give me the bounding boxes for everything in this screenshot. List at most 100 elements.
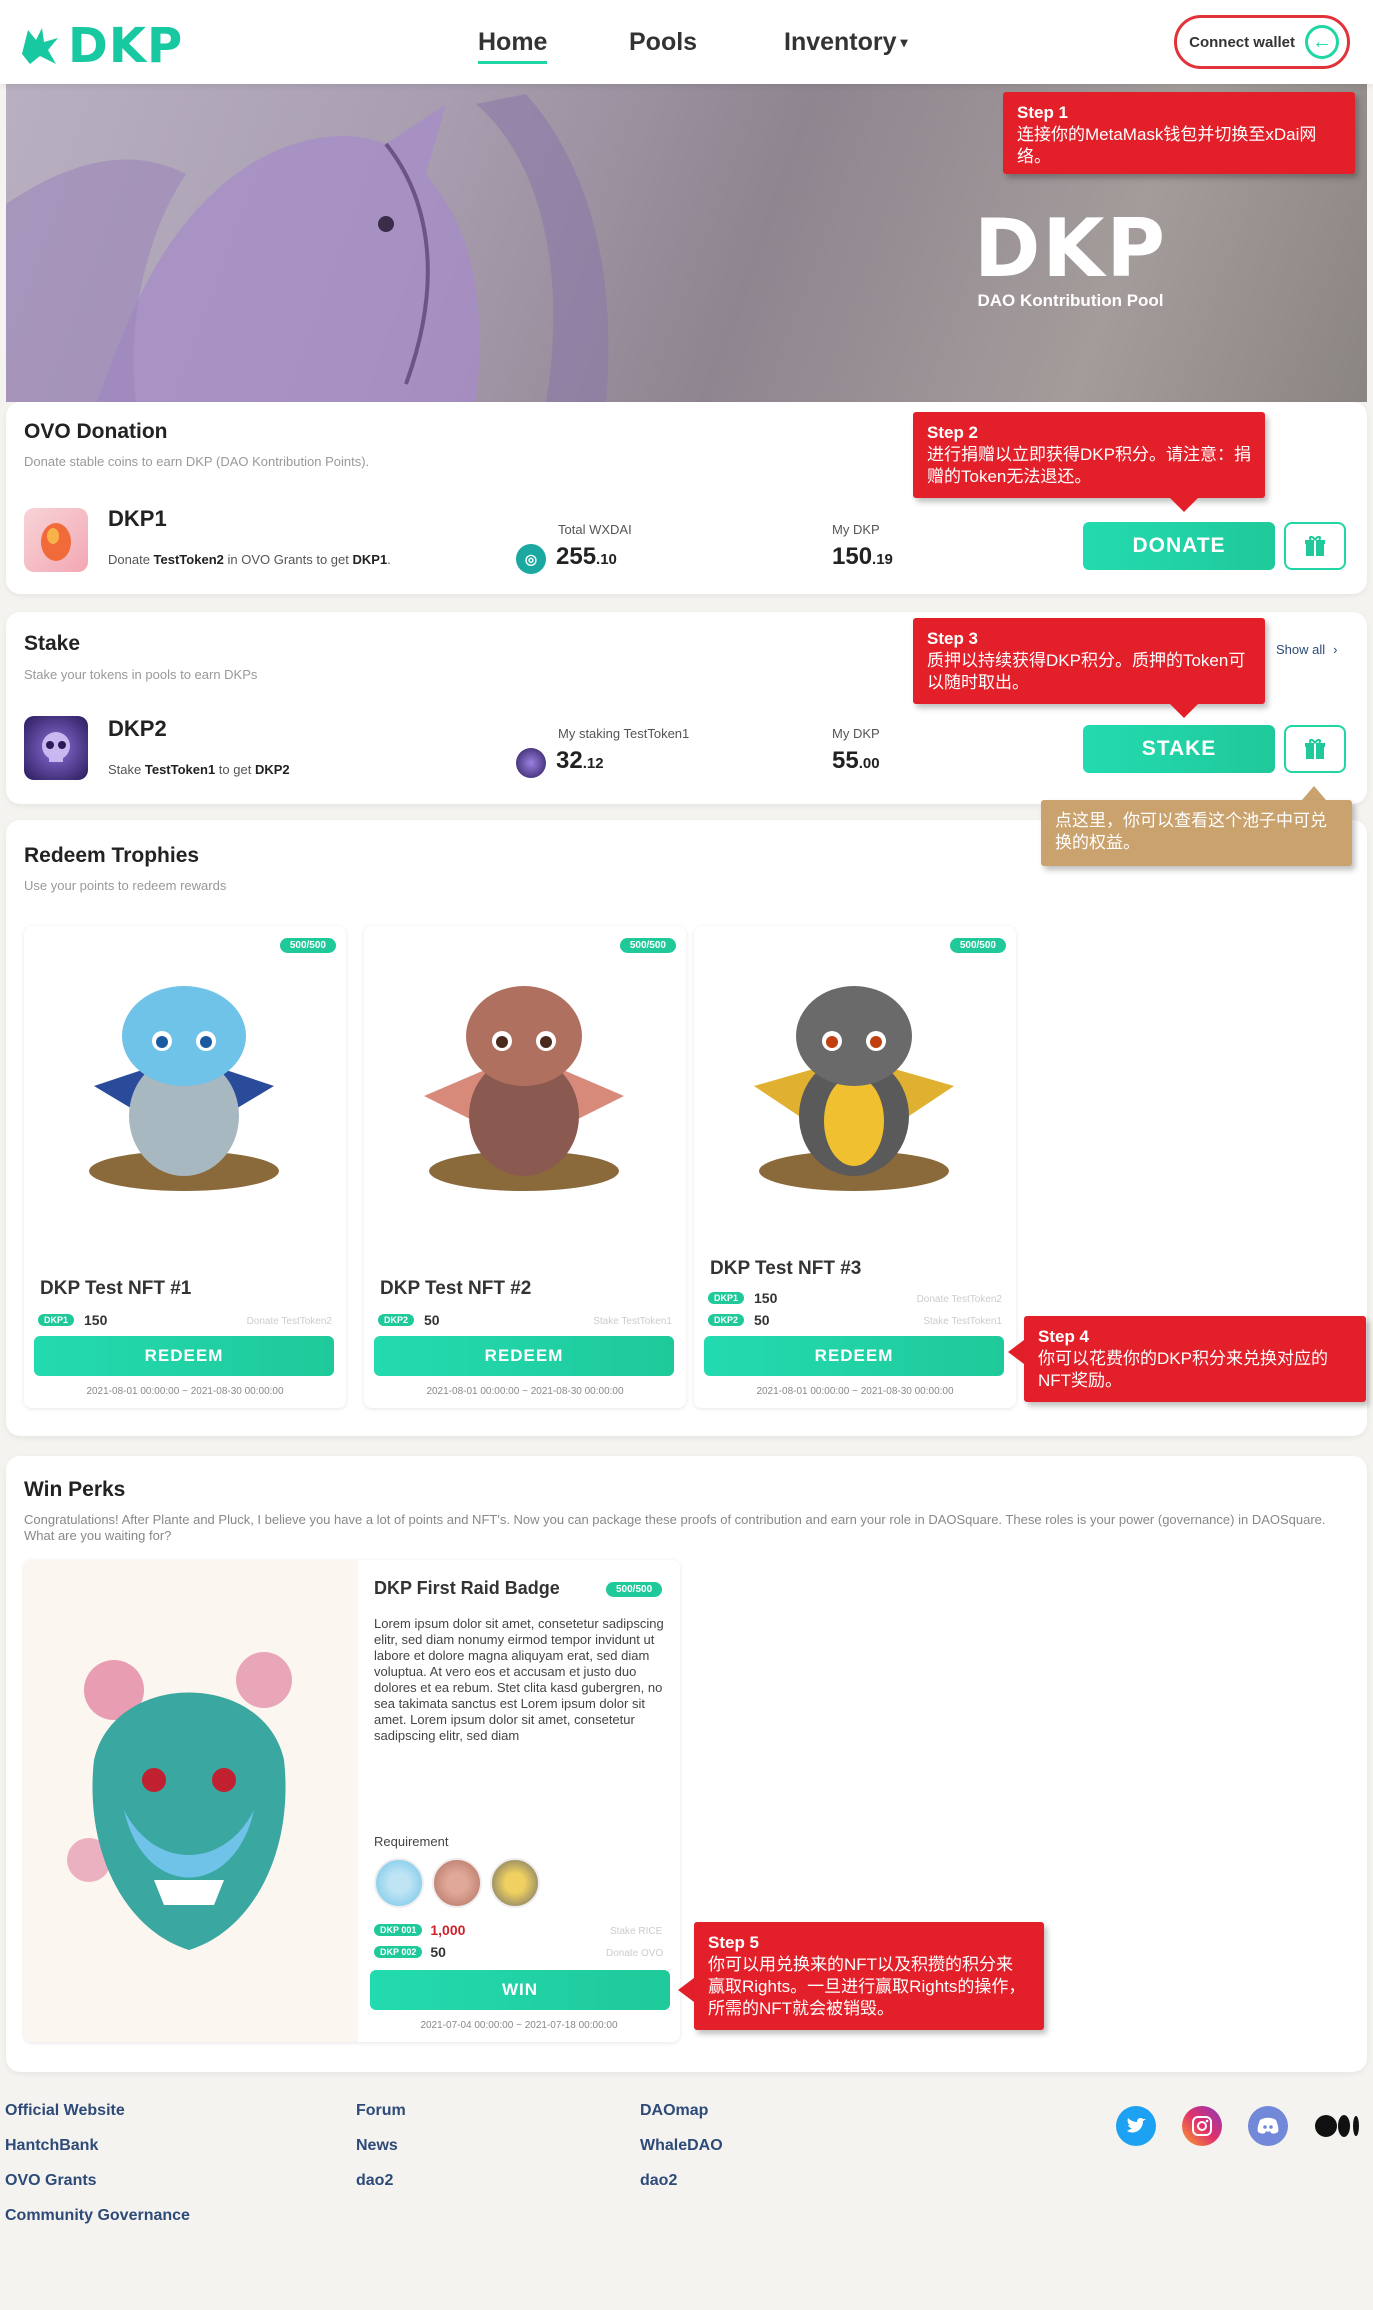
dkp1-pool-icon xyxy=(24,508,88,572)
required-nft-yellow xyxy=(490,1858,540,1908)
gift-tip-text: 点这里，你可以查看这个池子中可兑换的权益。 xyxy=(1055,811,1327,852)
step5-pointer xyxy=(678,1978,694,2002)
requirement-note: Donate TestToken2 xyxy=(246,1316,332,1327)
supply-badge: 500/500 xyxy=(619,938,676,953)
requirement-row: DKP2 50 xyxy=(708,1312,770,1328)
brand-name: DKP xyxy=(68,18,184,74)
wxdai-token-icon: ◎ xyxy=(516,544,546,574)
chevron-right-icon: › xyxy=(1333,642,1338,657)
dkp001-chip: DKP 001 xyxy=(374,1924,423,1936)
cost-value: 150 xyxy=(754,1290,778,1306)
redeem-button[interactable]: REDEEM xyxy=(34,1336,334,1376)
cost-value: 50 xyxy=(424,1312,440,1328)
stake-my-dkp-value: 55.00 xyxy=(832,747,880,775)
hero-logo: DKP DAO Kontribution Pool xyxy=(974,202,1167,311)
dkp1-pool-name: DKP1 xyxy=(108,506,167,531)
desc-text: Donate xyxy=(108,552,154,567)
connect-wallet-button[interactable]: Connect wallet ← xyxy=(1174,15,1350,69)
step1-text: 连接你的MetaMask钱包并切换至xDai网络。 xyxy=(1017,125,1317,166)
redeem-subtitle: Use your points to redeem rewards xyxy=(24,878,227,893)
step5-title: Step 5 xyxy=(708,1933,760,1952)
trophy-name: DKP Test NFT #2 xyxy=(380,1278,532,1299)
connect-wallet-label: Connect wallet xyxy=(1189,33,1295,51)
requirement-note: Stake TestToken1 xyxy=(923,1316,1002,1327)
dkp002-chip: DKP 002 xyxy=(374,1946,423,1958)
required-nft-blue xyxy=(374,1858,424,1908)
nav-home[interactable]: Home xyxy=(478,28,548,64)
footer-link-whaledao[interactable]: WhaleDAO xyxy=(640,2137,723,2155)
stake-subtitle: Stake your tokens in pools to earn DKPs xyxy=(24,667,258,682)
requirement-row: DKP1 150 xyxy=(38,1312,107,1328)
stake-my-dkp-label: My DKP xyxy=(832,726,880,741)
step3-text: 质押以持续获得DKP积分。质押的Token可以随时取出。 xyxy=(927,651,1246,692)
footer-link-forum[interactable]: Forum xyxy=(356,2102,406,2120)
perk-requirement-row: DKP 002 50 xyxy=(374,1944,446,1960)
step1-callout: Step 1 连接你的MetaMask钱包并切换至xDai网络。 xyxy=(1003,92,1355,174)
footer-link-dao2-b[interactable]: dao2 xyxy=(640,2172,723,2190)
desc-reward: DKP2 xyxy=(254,762,290,777)
step2-title: Step 2 xyxy=(927,423,979,442)
perk-card: DKP First Raid Badge 500/500 Lorem ipsum… xyxy=(24,1560,680,2042)
footer-link-ovo-grants[interactable]: OVO Grants xyxy=(5,2172,190,2190)
instagram-icon[interactable] xyxy=(1182,2106,1222,2146)
total-wxdai-label: Total WXDAI xyxy=(558,522,632,537)
redeem-button[interactable]: REDEEM xyxy=(704,1336,1004,1376)
dkp2-pool-name: DKP2 xyxy=(108,716,167,741)
gift-tip-callout: 点这里，你可以查看这个池子中可兑换的权益。 xyxy=(1041,800,1352,866)
value-dec: .10 xyxy=(596,551,617,568)
donation-gift-button[interactable] xyxy=(1284,522,1346,570)
stake-gift-button[interactable] xyxy=(1284,725,1346,773)
win-button[interactable]: WIN xyxy=(370,1970,670,2010)
trophy-card: 500/500 DKP Test NFT #3 DKP1 150 Donate … xyxy=(694,926,1016,1408)
step2-pointer xyxy=(1170,498,1198,512)
dkp1-chip: DKP1 xyxy=(38,1314,75,1326)
twitter-icon[interactable] xyxy=(1116,2106,1156,2146)
egg-icon xyxy=(41,523,71,561)
footer-link-official-website[interactable]: Official Website xyxy=(5,2102,190,2120)
my-staking-label: My staking TestToken1 xyxy=(558,726,690,741)
skull-icon xyxy=(42,732,70,762)
show-all-link[interactable]: Show all › xyxy=(1276,642,1337,657)
perk-dragon-image xyxy=(67,1652,292,1950)
value-dec: .19 xyxy=(872,551,893,568)
dkp2-chip: DKP2 xyxy=(378,1314,415,1326)
nav-inventory-label: Inventory xyxy=(784,28,897,56)
nft-dragon-blue-image xyxy=(89,986,279,1191)
footer-link-news[interactable]: News xyxy=(356,2137,406,2155)
footer-col-2: Forum News dao2 xyxy=(356,2102,406,2190)
gift-tip-pointer xyxy=(1302,786,1326,800)
footer-link-dao2[interactable]: dao2 xyxy=(356,2172,406,2190)
desc-token: TestToken2 xyxy=(153,552,224,567)
discord-icon[interactable] xyxy=(1248,2106,1288,2146)
footer-link-daomap[interactable]: DAOmap xyxy=(640,2102,723,2120)
nav-pools[interactable]: Pools xyxy=(629,28,697,57)
donate-button[interactable]: DONATE xyxy=(1083,522,1275,570)
required-nft-brown xyxy=(432,1858,482,1908)
gift-icon xyxy=(1305,739,1325,759)
supply-badge: 500/500 xyxy=(949,938,1006,953)
stake-button[interactable]: STAKE xyxy=(1083,725,1275,773)
step2-callout: Step 2 进行捐赠以立即获得DKP积分。请注意：捐赠的Token无法退还。 xyxy=(913,412,1265,498)
show-all-label: Show all xyxy=(1276,642,1326,657)
dkp1-pool-desc: Donate TestToken2 in OVO Grants to get D… xyxy=(108,552,391,567)
perk-requirement-row: DKP 001 1,000 xyxy=(374,1922,465,1938)
dkp2-chip: DKP2 xyxy=(708,1314,745,1326)
step5-callout: Step 5 你可以用兑换来的NFT以及积攒的积分来赢取Rights。一旦进行赢… xyxy=(694,1922,1044,2030)
perk-supply-badge: 500/500 xyxy=(606,1582,663,1597)
login-icon: ← xyxy=(1305,25,1339,59)
footer-link-hantchbank[interactable]: HantchBank xyxy=(5,2137,190,2155)
redeem-date: 2021-08-01 00:00:00 ~ 2021-08-30 00:00:0… xyxy=(756,1386,954,1397)
medium-icon[interactable] xyxy=(1314,2106,1362,2146)
brand-logo[interactable]: DKP xyxy=(18,18,183,74)
hero-brand: DKP xyxy=(974,202,1168,295)
step4-title: Step 4 xyxy=(1038,1327,1090,1346)
perk-date: 2021-07-04 00:00:00 ~ 2021-07-18 00:00:0… xyxy=(420,2020,618,2031)
social-links xyxy=(1116,2106,1362,2146)
desc-text: to get xyxy=(215,762,255,777)
donation-subtitle: Donate stable coins to earn DKP (DAO Kon… xyxy=(24,454,370,469)
footer-link-community-governance[interactable]: Community Governance xyxy=(5,2207,190,2225)
redeem-button[interactable]: REDEEM xyxy=(374,1336,674,1376)
nav-inventory[interactable]: Inventory ▾ xyxy=(784,28,908,57)
required-nft-list xyxy=(374,1858,540,1908)
donation-title: OVO Donation xyxy=(24,420,168,443)
